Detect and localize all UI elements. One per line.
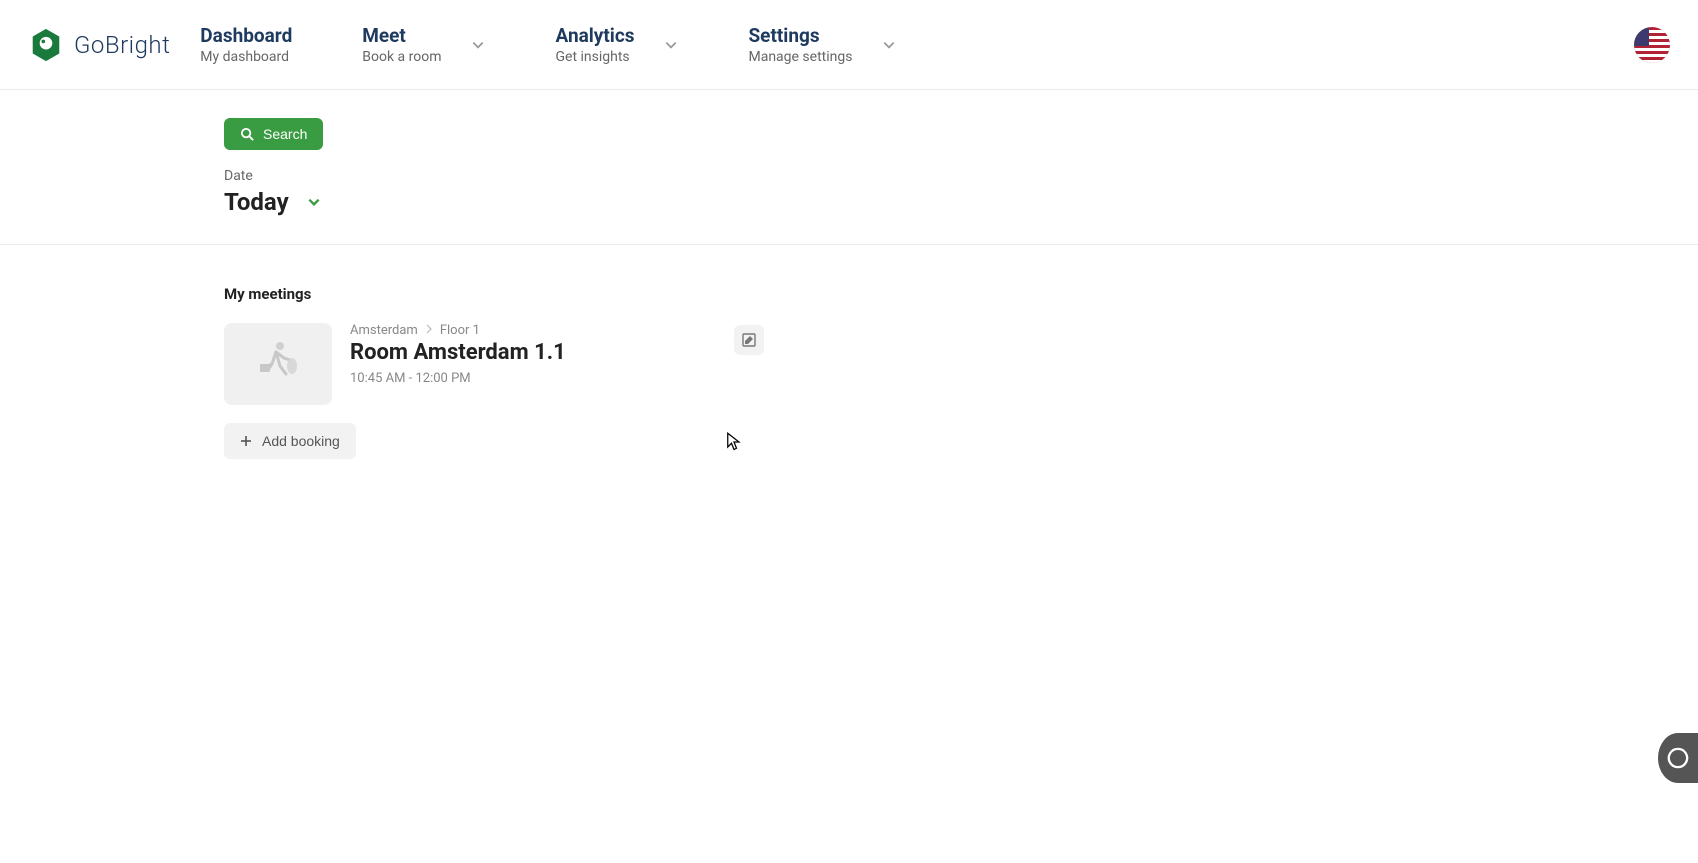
nav-title: Settings <box>748 24 852 47</box>
running-person-icon <box>250 336 306 392</box>
content: Search Date Today My meetings <box>0 90 1698 459</box>
filters-bar: Search Date Today <box>0 90 1698 245</box>
chevron-down-icon <box>307 195 321 209</box>
nav-subtitle: Get insights <box>555 49 634 65</box>
add-booking-label: Add booking <box>262 433 340 449</box>
nav-subtitle: Manage settings <box>748 49 852 65</box>
locale-flag-us[interactable] <box>1634 27 1670 63</box>
date-value-text: Today <box>224 188 289 216</box>
edit-meeting-button[interactable] <box>734 325 764 355</box>
logo[interactable]: GoBright <box>28 27 170 63</box>
nav-item-analytics[interactable]: Analytics Get insights <box>555 24 678 65</box>
search-button[interactable]: Search <box>224 118 323 150</box>
add-booking-button[interactable]: Add booking <box>224 423 356 459</box>
breadcrumb-part: Floor 1 <box>440 323 480 338</box>
nav-title: Dashboard <box>200 24 292 47</box>
nav-item-dashboard[interactable]: Dashboard My dashboard <box>200 24 292 65</box>
search-label: Search <box>263 126 307 142</box>
meeting-room-name: Room Amsterdam 1.1 <box>350 340 764 365</box>
search-icon <box>240 127 255 142</box>
breadcrumb: Amsterdam Floor 1 <box>350 323 764 338</box>
breadcrumb-part: Amsterdam <box>350 323 418 338</box>
nav-title: Meet <box>362 24 441 47</box>
logo-icon <box>28 27 64 63</box>
edit-icon <box>741 332 757 348</box>
logo-text: GoBright <box>74 31 170 59</box>
nav-title: Analytics <box>555 24 634 47</box>
nav-item-meet[interactable]: Meet Book a room <box>362 24 485 65</box>
help-widget[interactable] <box>1658 733 1698 783</box>
meeting-time-range: 10:45 AM - 12:00 PM <box>350 371 764 386</box>
main: My meetings Amsterdam Floor 1 <box>0 245 1698 459</box>
meeting-info: Amsterdam Floor 1 Room Amsterdam 1.1 10:… <box>350 323 764 386</box>
plus-icon <box>240 435 252 447</box>
nav: Dashboard My dashboard Meet Book a room … <box>200 24 1634 65</box>
chevron-right-icon <box>426 323 432 338</box>
meeting-thumbnail <box>224 323 332 405</box>
chevron-down-icon <box>664 38 678 52</box>
nav-subtitle: My dashboard <box>200 49 292 65</box>
widget-icon <box>1667 747 1689 769</box>
date-filter: Date Today <box>224 168 1698 216</box>
nav-item-settings[interactable]: Settings Manage settings <box>748 24 896 65</box>
nav-subtitle: Book a room <box>362 49 441 65</box>
date-label: Date <box>224 168 1698 184</box>
meeting-card[interactable]: Amsterdam Floor 1 Room Amsterdam 1.1 10:… <box>224 323 764 405</box>
chevron-down-icon <box>471 38 485 52</box>
date-selector[interactable]: Today <box>224 188 1698 216</box>
meetings-heading: My meetings <box>224 285 1698 303</box>
header: GoBright Dashboard My dashboard Meet Boo… <box>0 0 1698 90</box>
chevron-down-icon <box>882 38 896 52</box>
